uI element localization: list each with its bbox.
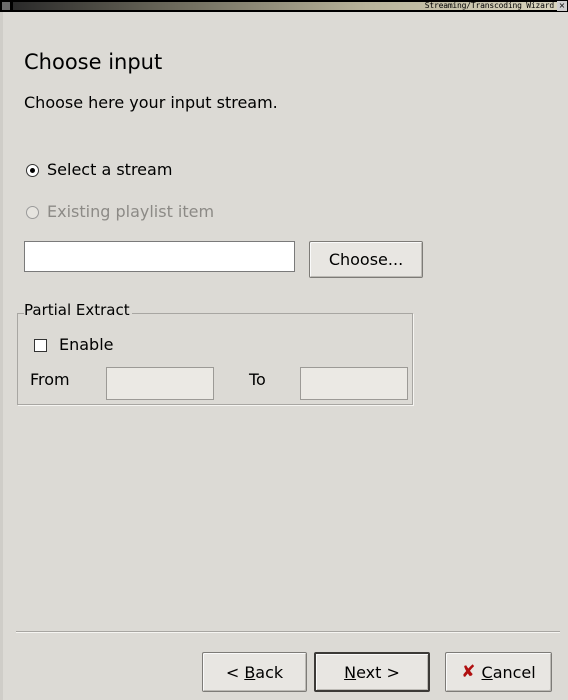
footer-separator	[16, 631, 560, 633]
radio-existing-playlist-item-label: Existing playlist item	[47, 202, 215, 221]
back-button-label: < Back	[226, 663, 283, 682]
radio-existing-playlist-item-indicator[interactable]	[26, 205, 39, 219]
cancel-button-label: Cancel	[482, 663, 536, 682]
from-input[interactable]	[106, 367, 214, 400]
next-button-label: Next >	[344, 663, 400, 682]
stream-input[interactable]	[24, 241, 295, 272]
cancel-button[interactable]: ✘ Cancel	[445, 652, 552, 692]
back-label-prefix: <	[225, 662, 245, 682]
enable-label: Enable	[59, 335, 114, 354]
window-title: Streaming/Transcoding Wizard	[424, 1, 554, 10]
to-label: To	[249, 370, 266, 389]
to-input[interactable]	[300, 367, 408, 400]
back-label-rest: ack	[255, 662, 284, 682]
window-left-border	[0, 12, 3, 700]
back-button[interactable]: < Back	[202, 652, 307, 692]
next-button[interactable]: Next >	[314, 652, 430, 692]
radio-select-stream-indicator[interactable]	[26, 163, 39, 177]
cancel-label-accel: C	[481, 662, 493, 682]
enable-checkbox[interactable]	[34, 339, 47, 352]
window-menu-icon[interactable]	[2, 2, 10, 10]
page-subtitle: Choose here your input stream.	[24, 93, 278, 112]
radio-select-stream[interactable]: Select a stream	[26, 159, 172, 181]
page-title: Choose input	[24, 50, 163, 74]
next-label-accel: N	[344, 662, 357, 682]
window-titlebar[interactable]: Streaming/Transcoding Wizard ×	[0, 0, 568, 12]
next-label-rest: ext >	[356, 662, 400, 682]
back-label-accel: B	[244, 662, 256, 682]
cancel-label-rest: ancel	[492, 662, 536, 682]
choose-button-label: Choose...	[328, 250, 404, 269]
cancel-x-icon: ✘	[461, 662, 476, 682]
radio-select-stream-label: Select a stream	[47, 160, 173, 179]
close-icon[interactable]: ×	[557, 1, 567, 11]
radio-existing-playlist-item[interactable]: Existing playlist item	[26, 201, 214, 223]
from-label: From	[30, 370, 70, 389]
choose-button[interactable]: Choose...	[309, 241, 423, 278]
partial-extract-legend: Partial Extract	[24, 300, 132, 320]
